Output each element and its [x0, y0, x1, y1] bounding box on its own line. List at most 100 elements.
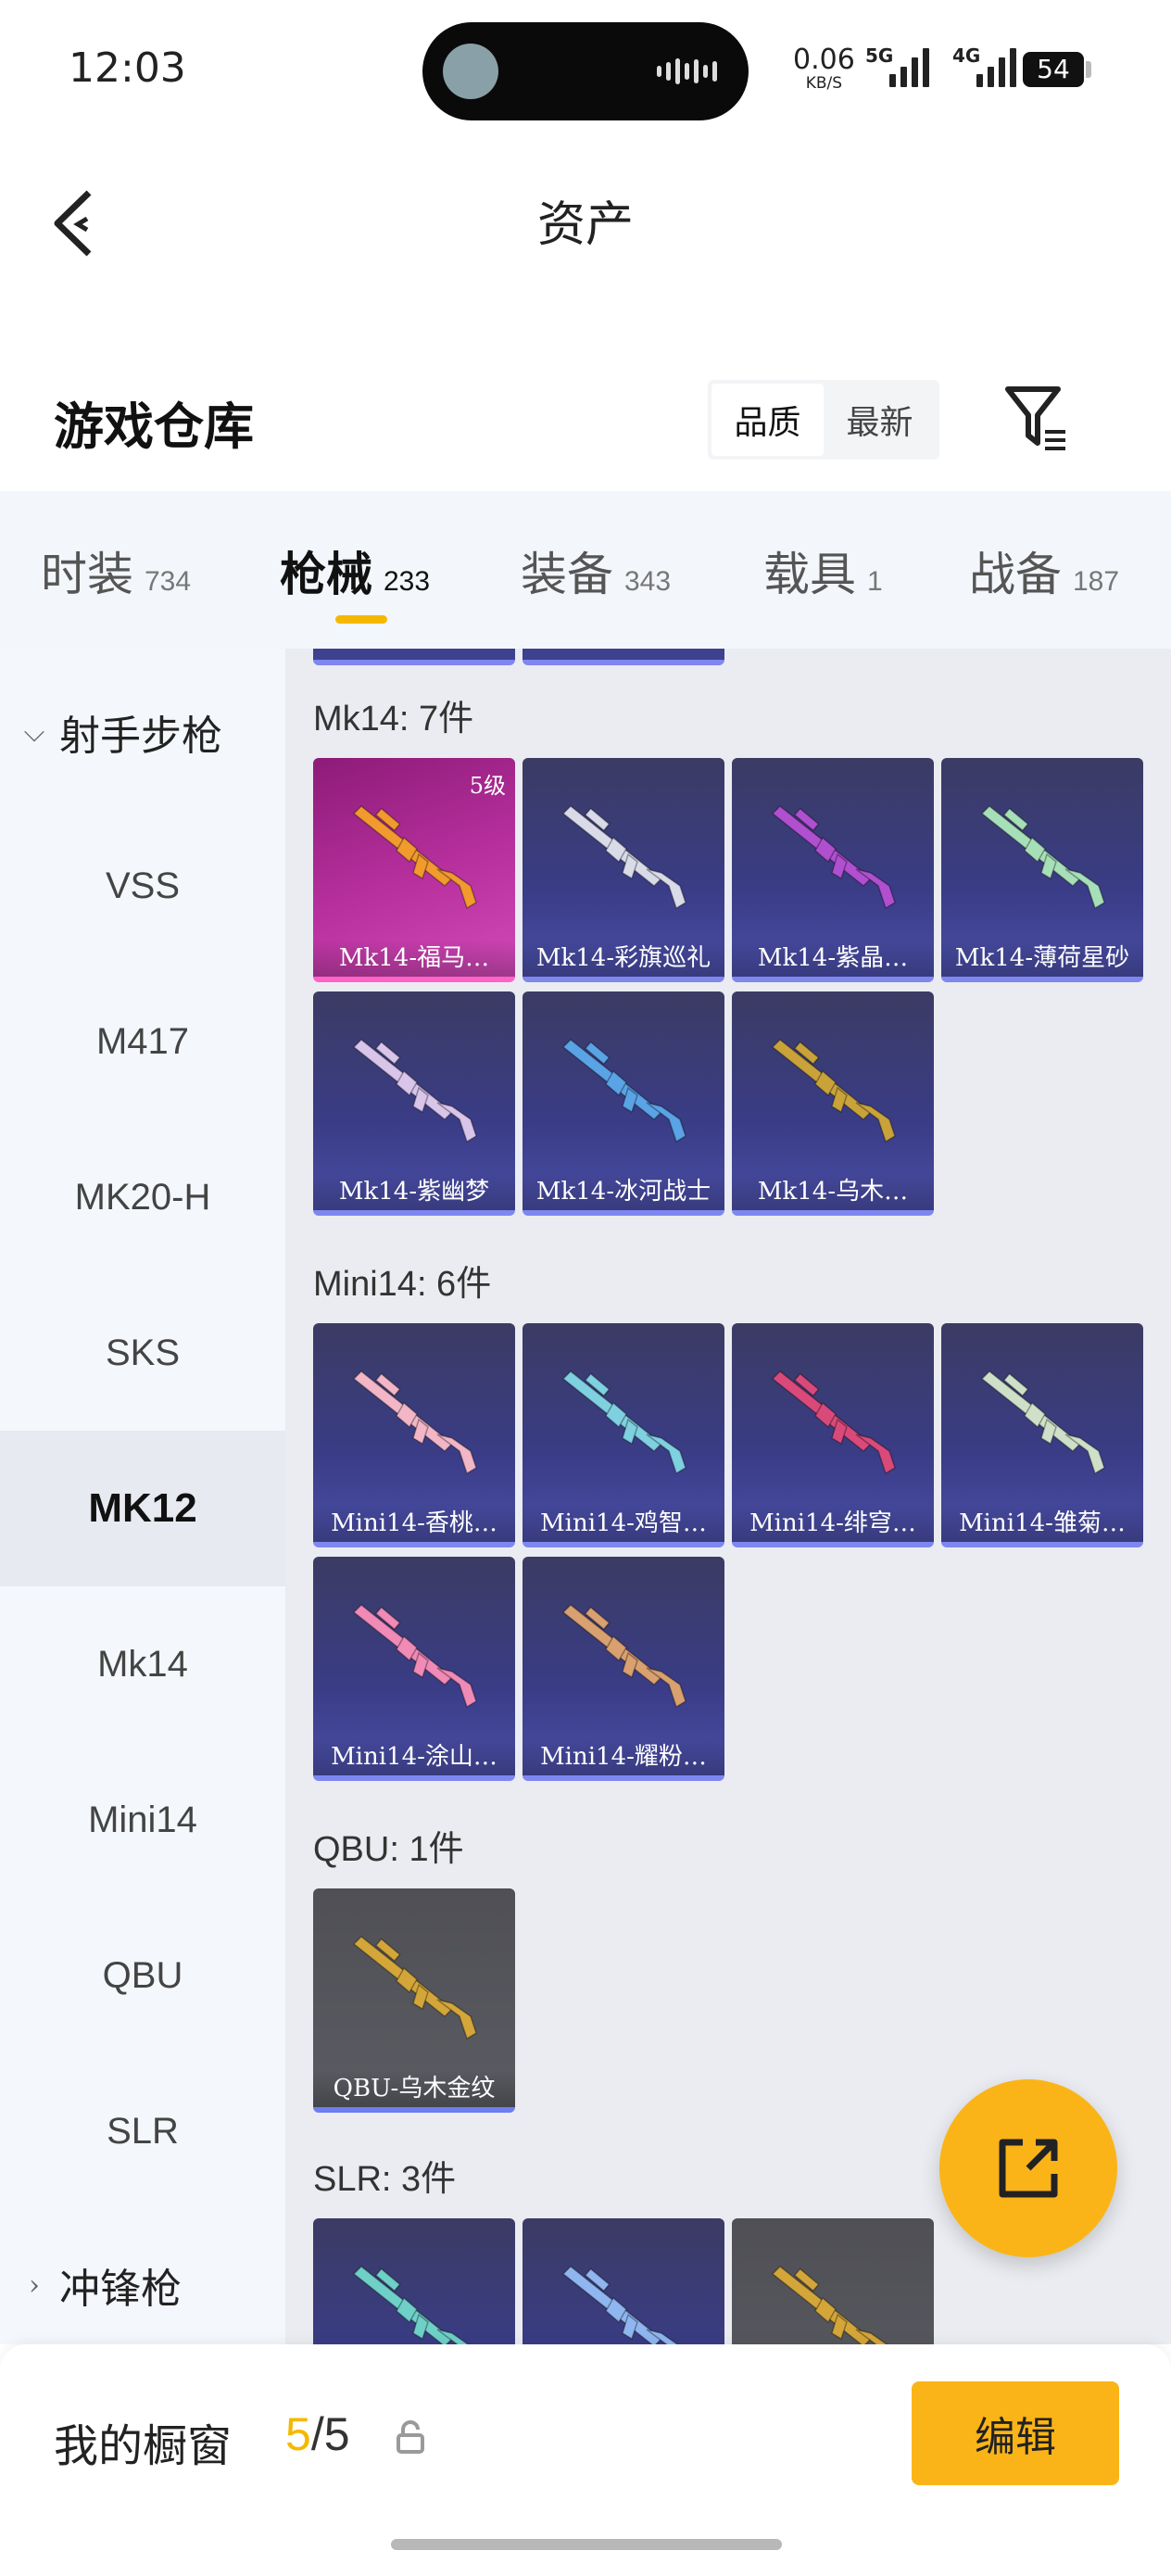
weapon-card[interactable]: Mini14-耀粉… [523, 1557, 724, 1781]
rifle-icon [352, 1603, 477, 1709]
rifle-icon [561, 1370, 686, 1475]
rifle-icon [352, 2265, 470, 2344]
weapon-name: Mk14-福马… [313, 940, 515, 977]
weapon-card[interactable] [732, 2218, 934, 2344]
share-external-icon [999, 2139, 1058, 2198]
rifle-icon [980, 804, 1105, 910]
weapon-card[interactable]: Mini14-绯穹… [732, 1323, 934, 1547]
audio-wave-icon [657, 57, 717, 85]
rifle-icon [352, 1935, 477, 2040]
weapon-name: Mk14-冰河战士 [523, 1173, 724, 1210]
dynamic-island[interactable] [422, 22, 749, 120]
rifle-icon [352, 1370, 477, 1475]
showcase-bar: 我的橱窗 5/5 编辑 [0, 2344, 1171, 2576]
sort-quality[interactable]: 品质 [711, 384, 824, 456]
weapon-name: Mk14-薄荷星砂 [941, 940, 1143, 977]
tab-supplies[interactable]: 战备 187 [969, 537, 1119, 604]
edit-button[interactable]: 编辑 [912, 2381, 1119, 2485]
share-button[interactable] [939, 2079, 1117, 2257]
weapon-name: Mini14-耀粉… [523, 1738, 724, 1775]
weapon-card[interactable]: Mini14-香桃… [313, 1323, 515, 1547]
section-header-slr: SLR: 3件 [313, 2160, 457, 2199]
section-header-qbu: QBU: 1件 [313, 1830, 464, 1869]
weapon-name: Mini14-香桃… [313, 1505, 515, 1542]
signal-4g-icon: 4G [952, 44, 1016, 87]
sort-toggle[interactable]: 品质 最新 [708, 380, 939, 460]
rifle-icon [980, 1370, 1105, 1475]
sidebar-item-slr[interactable]: SLR [0, 2053, 285, 2209]
section-header-mini14: Mini14: 6件 [313, 1265, 492, 1304]
rifle-icon [561, 804, 686, 910]
sidebar-group-smg[interactable]: › 冲锋枪 [19, 2255, 182, 2315]
weapon-type-sidebar: ⌵ 射手步枪 VSS M417 MK20-H SKS MK12 Mk14 Min… [0, 649, 285, 2344]
home-indicator [391, 2539, 782, 2550]
battery-icon: 54 [1023, 52, 1084, 87]
weapon-name: Mk14-彩旗巡礼 [523, 940, 724, 977]
sidebar-item-m417[interactable]: M417 [0, 964, 285, 1119]
rifle-icon [561, 2265, 679, 2344]
weapon-card[interactable]: Mini14-涂山… [313, 1557, 515, 1781]
weapon-card[interactable] [523, 2218, 724, 2344]
rifle-icon [771, 1370, 896, 1475]
weapon-name: Mk14-紫晶… [732, 940, 934, 977]
sidebar-item-mk14[interactable]: Mk14 [0, 1586, 285, 1742]
weapon-card[interactable]: Mk14-薄荷星砂 [941, 758, 1143, 982]
filter-button[interactable] [1001, 382, 1075, 456]
card-stub [313, 649, 515, 665]
signal-5g-icon: 5G [865, 44, 929, 87]
rifle-icon [352, 1038, 477, 1143]
sort-latest[interactable]: 最新 [824, 384, 936, 456]
sidebar-item-mk20h[interactable]: MK20-H [0, 1119, 285, 1275]
sidebar-item-sks[interactable]: SKS [0, 1275, 285, 1431]
weapon-name: Mini14-雏菊… [941, 1505, 1143, 1542]
now-playing-artwork [443, 44, 498, 99]
level-badge: 5级 [469, 773, 506, 799]
weapon-name: Mini14-鸡智… [523, 1505, 724, 1542]
lock-icon [395, 2418, 426, 2456]
sidebar-item-mini14[interactable]: Mini14 [0, 1742, 285, 1898]
weapon-card[interactable]: Mk14-彩旗巡礼 [523, 758, 724, 982]
tab-fashion[interactable]: 时装 734 [41, 537, 191, 604]
weapon-card[interactable]: Mini14-鸡智… [523, 1323, 724, 1547]
filter-icon [1005, 386, 1065, 450]
weapon-card[interactable]: Mini14-雏菊… [941, 1323, 1143, 1547]
rifle-icon [561, 1603, 686, 1709]
sidebar-item-qbu[interactable]: QBU [0, 1898, 285, 2053]
weapon-name: QBU-乌木金纹 [313, 2070, 515, 2107]
weapon-name: Mk14-紫幽梦 [313, 1173, 515, 1210]
tab-vehicles[interactable]: 载具 1 [763, 537, 883, 604]
tab-equipment[interactable]: 装备 343 [521, 537, 671, 604]
chevron-down-icon: ⌵ [23, 715, 45, 749]
showcase-count: 5/5 [285, 2408, 350, 2460]
chevron-right-icon: › [29, 2268, 40, 2302]
rifle-icon [771, 2265, 888, 2344]
showcase-label: 我的橱窗 [54, 2420, 233, 2472]
weapon-card[interactable]: Mk14-乌木… [732, 991, 934, 1216]
rifle-icon [771, 1038, 896, 1143]
section-header-mk14: Mk14: 7件 [313, 700, 474, 739]
weapon-card[interactable]: QBU-乌木金纹 [313, 1888, 515, 2113]
weapon-name: Mk14-乌木… [732, 1173, 934, 1210]
category-tabs: 时装 734 枪械 233 装备 343 载具 1 战备 187 [0, 491, 1171, 649]
weapon-card[interactable]: Mk14-紫晶… [732, 758, 934, 982]
rifle-icon [561, 1038, 686, 1143]
section-title: 游戏仓库 [54, 397, 254, 456]
weapon-card[interactable]: Mk14-冰河战士 [523, 991, 724, 1216]
weapon-card[interactable] [313, 2218, 515, 2344]
weapon-card[interactable]: 5级 Mk14-福马… [313, 758, 515, 982]
tab-guns[interactable]: 枪械 233 [280, 537, 430, 604]
rifle-icon [771, 804, 896, 910]
sidebar-item-vss[interactable]: VSS [0, 808, 285, 964]
page-title: 资产 [536, 197, 634, 253]
active-tab-indicator [335, 615, 387, 624]
status-bar: 12:03 0.06 KB/S 5G 4G 54 [0, 0, 1171, 139]
sidebar-group-marksman[interactable]: ⌵ 射手步枪 [19, 702, 222, 762]
card-stub [523, 649, 724, 665]
net-speed: 0.06 KB/S [793, 44, 855, 93]
weapon-card[interactable]: Mk14-紫幽梦 [313, 991, 515, 1216]
weapon-name: Mini14-绯穹… [732, 1505, 934, 1542]
rifle-icon [352, 804, 477, 910]
sidebar-item-mk12[interactable]: MK12 [0, 1431, 285, 1586]
status-time: 12:03 [69, 44, 186, 92]
weapon-name: Mini14-涂山… [313, 1738, 515, 1775]
